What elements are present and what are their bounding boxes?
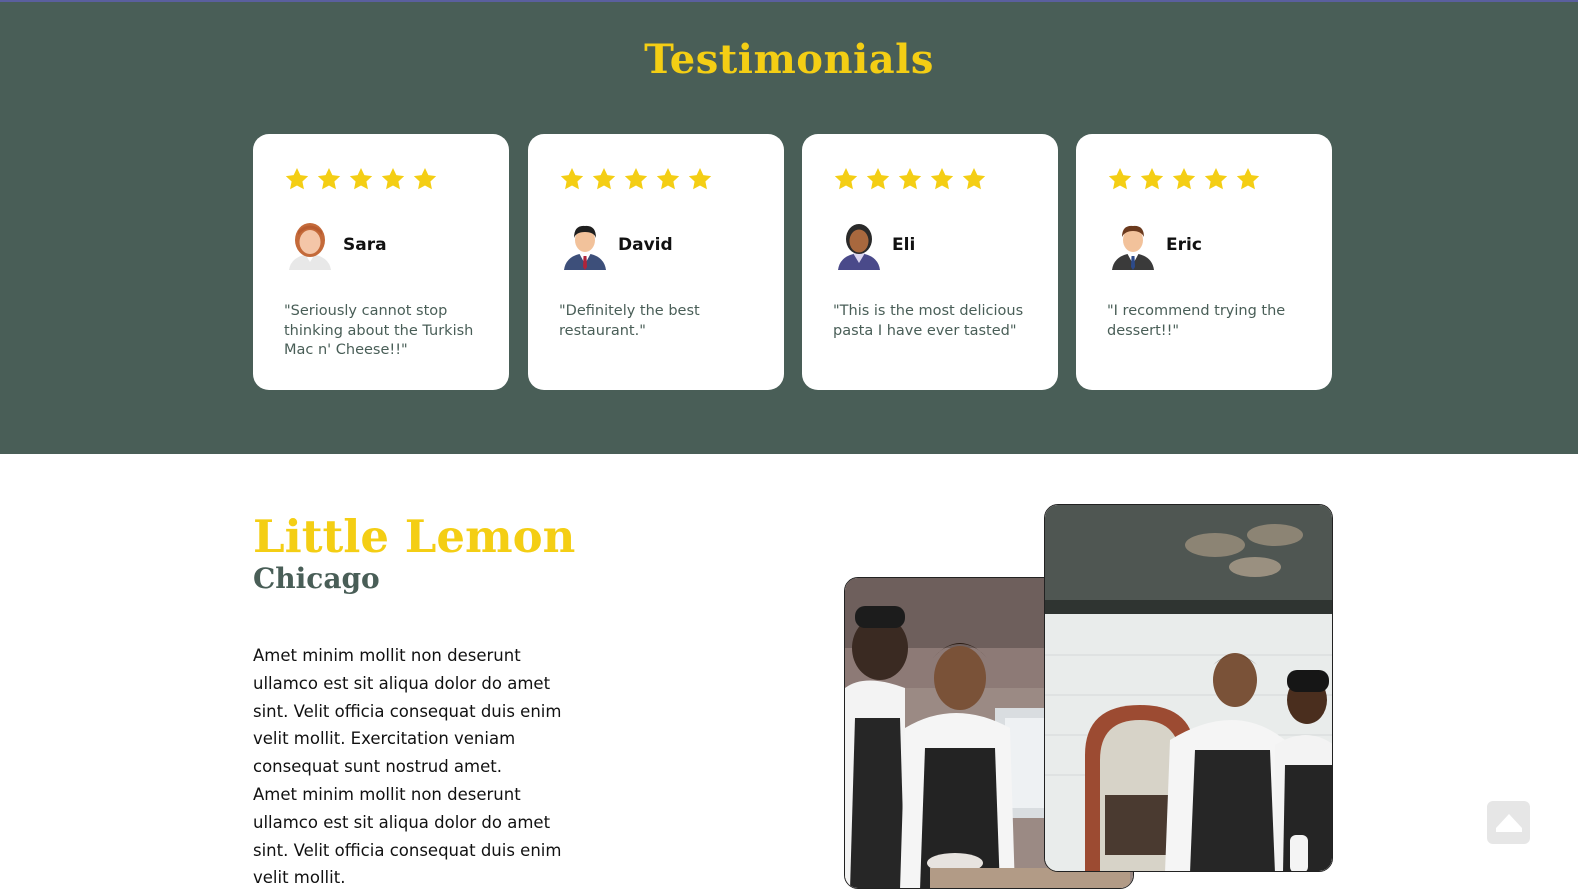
testimonials-section: Testimonials Sara "Seriously cannot stop… bbox=[0, 2, 1578, 454]
about-paragraph: Amet minim mollit non deserunt ullamco e… bbox=[253, 646, 562, 777]
star-icon bbox=[1172, 167, 1196, 190]
about-title: Little Lemon bbox=[253, 510, 576, 563]
star-icon bbox=[560, 167, 584, 190]
man-avatar-icon bbox=[564, 225, 606, 270]
star-icon bbox=[930, 167, 954, 190]
star-icon bbox=[624, 167, 648, 190]
star-rating bbox=[1107, 166, 1261, 192]
reviewer: Sara bbox=[285, 220, 387, 270]
man-avatar-icon bbox=[838, 224, 880, 270]
chefs-photo-oven bbox=[1044, 504, 1333, 872]
star-rating bbox=[284, 166, 438, 192]
woman-avatar-icon bbox=[289, 223, 331, 270]
testimonial-quote: "I recommend trying the dessert!!" bbox=[1107, 303, 1286, 339]
star-icon bbox=[317, 167, 341, 190]
star-rating bbox=[833, 166, 987, 192]
testimonials-title: Testimonials bbox=[644, 36, 934, 83]
star-icon bbox=[1140, 167, 1164, 190]
reviewer-name: David bbox=[618, 235, 673, 255]
star-icon bbox=[285, 167, 309, 190]
about-description: Amet minim mollit non deserunt ullamco e… bbox=[253, 642, 583, 889]
testimonial-quote: "Definitely the best restaurant." bbox=[559, 303, 700, 339]
star-icon bbox=[898, 167, 922, 190]
star-icon bbox=[381, 167, 405, 190]
star-rating bbox=[559, 166, 713, 192]
star-icon bbox=[1108, 167, 1132, 190]
testimonial-card: Eli "This is the most delicious pasta I … bbox=[802, 134, 1058, 390]
star-icon bbox=[834, 167, 858, 190]
arrow-up-icon bbox=[1495, 813, 1522, 832]
testimonial-card: Sara "Seriously cannot stop thinking abo… bbox=[253, 134, 509, 390]
about-subtitle: Chicago bbox=[253, 562, 380, 595]
reviewer-name: Eli bbox=[892, 235, 916, 255]
star-icon bbox=[349, 167, 373, 190]
star-icon bbox=[688, 167, 712, 190]
testimonial-quote: "Seriously cannot stop thinking about th… bbox=[284, 303, 474, 358]
star-icon bbox=[413, 167, 437, 190]
reviewer-name: Eric bbox=[1166, 235, 1202, 255]
man-avatar-icon bbox=[1112, 225, 1154, 270]
star-icon bbox=[1236, 167, 1260, 190]
reviewer: Eli bbox=[834, 220, 915, 270]
about-paragraph: Amet minim mollit non deserunt ullamco e… bbox=[253, 784, 562, 888]
star-icon bbox=[962, 167, 986, 190]
testimonial-card: Eric "I recommend trying the dessert!!" bbox=[1076, 134, 1332, 390]
star-icon bbox=[656, 167, 680, 190]
reviewer: David bbox=[560, 220, 673, 270]
reviewer-name: Sara bbox=[343, 235, 387, 255]
about-section: Little Lemon Chicago Amet minim mollit n… bbox=[0, 454, 1578, 889]
star-icon bbox=[592, 167, 616, 190]
reviewer: Eric bbox=[1108, 220, 1202, 270]
star-icon bbox=[1204, 167, 1228, 190]
testimonial-quote: "This is the most delicious pasta I have… bbox=[833, 303, 1024, 339]
testimonial-card: David "Definitely the best restaurant." bbox=[528, 134, 784, 390]
scroll-to-top-button[interactable] bbox=[1487, 801, 1530, 844]
star-icon bbox=[866, 167, 890, 190]
